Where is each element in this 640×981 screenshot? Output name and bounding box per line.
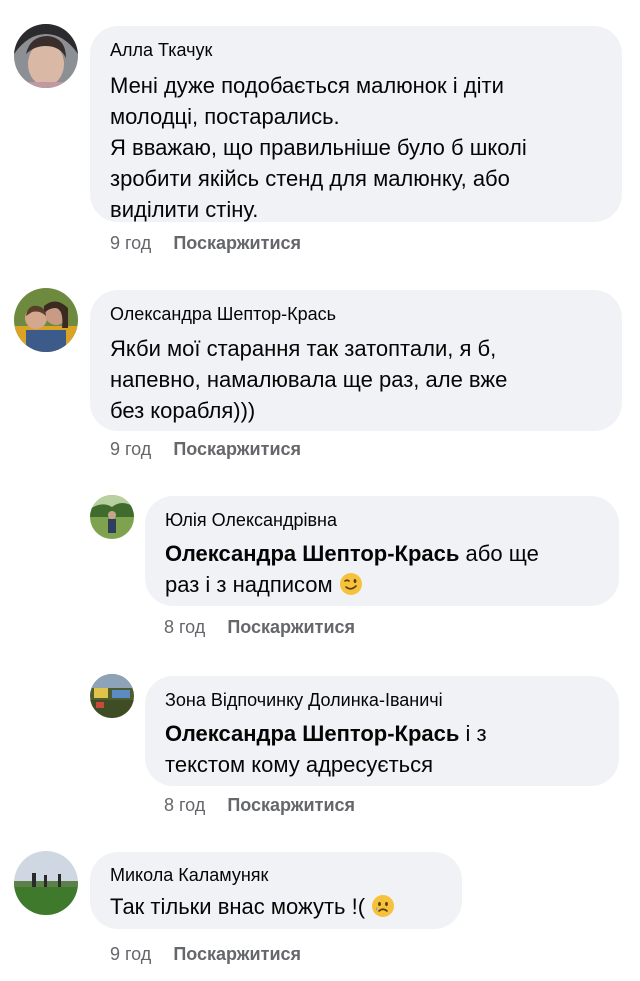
avatar[interactable] (14, 288, 78, 352)
comment-text-fragment: або ще (459, 541, 539, 566)
comment-meta: 9 год Поскаржитися (110, 439, 301, 460)
comment-text: Якби мої старання так затоптали, я б, на… (110, 333, 507, 426)
comment-text: Олександра Шептор-Крась і з текстом кому… (165, 718, 487, 780)
avatar-photo (90, 674, 134, 718)
comment-text-line: раз і з надписом (165, 572, 333, 597)
sad-but-relieved-face-icon (371, 894, 395, 926)
comment-bubble: Юлія Олександрівна Олександра Шептор-Кра… (145, 496, 619, 606)
comment-time[interactable]: 9 год (110, 439, 151, 459)
report-link[interactable]: Поскаржитися (227, 617, 355, 637)
comment-text-line: Якби мої старання так затоптали, я б, (110, 336, 497, 361)
avatar[interactable] (90, 674, 134, 718)
comment-time[interactable]: 8 год (164, 795, 205, 815)
comment-time[interactable]: 8 год (164, 617, 205, 637)
comment-bubble: Зона Відпочинку Долинка-Іваничі Олександ… (145, 676, 619, 786)
avatar[interactable] (90, 495, 134, 539)
comment-text-line: напевно, намалювала ще раз, але вже (110, 367, 508, 392)
comment-text: Олександра Шептор-Крась або ще раз і з н… (165, 538, 539, 604)
comment-time[interactable]: 9 год (110, 233, 151, 253)
comment-mykola-kalamuniak: Микола Каламуняк Так тільки внас можуть … (0, 835, 640, 981)
comment-bubble: Олександра Шептор-Крась Якби мої старанн… (90, 290, 622, 431)
report-link[interactable]: Поскаржитися (173, 439, 301, 459)
comment-author[interactable]: Алла Ткачук (110, 40, 212, 61)
report-link[interactable]: Поскаржитися (173, 233, 301, 253)
comment-meta: 9 год Поскаржитися (110, 233, 301, 254)
comment-author[interactable]: Юлія Олександрівна (165, 510, 337, 531)
mention-link[interactable]: Олександра Шептор-Крась (165, 541, 459, 566)
comment-meta: 9 год Поскаржитися (110, 944, 301, 965)
mention-link[interactable]: Олександра Шептор-Крась (165, 721, 459, 746)
comment-text-line: без корабля))) (110, 398, 256, 423)
comment-meta: 8 год Поскаржитися (164, 795, 355, 816)
comment-oleksandra-sheptor-kras: Олександра Шептор-Крась Якби мої старанн… (0, 260, 640, 480)
comment-text-line: виділити стіну. (110, 197, 259, 222)
comment-text-fragment: і з (459, 721, 487, 746)
winking-face-icon (339, 572, 363, 604)
avatar[interactable] (14, 851, 78, 915)
comment-bubble: Микола Каламуняк Так тільки внас можуть … (90, 852, 462, 929)
avatar-photo (14, 24, 78, 88)
comment-text-line: Мені дуже подобається малюнок і діти (110, 73, 504, 98)
comment-bubble: Алла Ткачук Мені дуже подобається малюно… (90, 26, 622, 222)
avatar[interactable] (14, 24, 78, 88)
comment-meta: 8 год Поскаржитися (164, 617, 355, 638)
comment-text: Так тільки внас можуть !( (110, 891, 395, 926)
comment-text-line: зробити якійсь стенд для малюнку, або (110, 166, 510, 191)
comment-text-line: молодці, постарались. (110, 104, 340, 129)
comment-author[interactable]: Микола Каламуняк (110, 865, 268, 886)
comment-text-line: Я вважаю, що правильніше було б школі (110, 135, 527, 160)
avatar-photo (14, 288, 78, 352)
reply-yuliia-oleksandrivna: Юлія Олександрівна Олександра Шептор-Кра… (0, 480, 640, 660)
comment-time[interactable]: 9 год (110, 944, 151, 964)
comment-text-line: текстом кому адресується (165, 752, 434, 777)
avatar-photo (90, 495, 134, 539)
reply-zona-vidpochynku: Зона Відпочинку Долинка-Іваничі Олександ… (0, 660, 640, 835)
report-link[interactable]: Поскаржитися (227, 795, 355, 815)
comment-text-line: Так тільки внас можуть !( (110, 894, 366, 919)
comment-author[interactable]: Зона Відпочинку Долинка-Іваничі (165, 690, 443, 711)
avatar-photo (14, 851, 78, 915)
report-link[interactable]: Поскаржитися (173, 944, 301, 964)
comment-alla-tkachuk: Алла Ткачук Мені дуже подобається малюно… (0, 0, 640, 260)
comment-text: Мені дуже подобається малюнок і діти мол… (110, 70, 527, 225)
comment-author[interactable]: Олександра Шептор-Крась (110, 304, 336, 325)
